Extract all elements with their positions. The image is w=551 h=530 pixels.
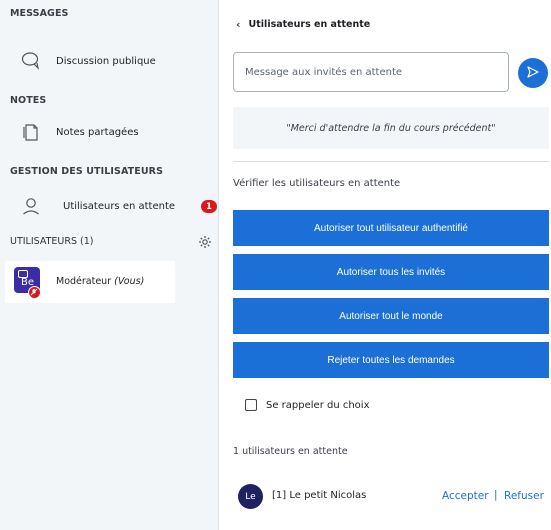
guest-lobby-message: "Merci d'attendre la fin du cours précéd… [233,107,549,149]
avatar: Le [238,484,263,509]
waiting-user-name: [1] Le petit Nicolas [272,490,367,501]
allow-everyone-button[interactable]: Autoriser tout le monde [233,298,549,334]
gear-icon[interactable] [198,234,212,248]
send-icon [526,64,540,83]
chat-bubble-icon [20,50,42,72]
moderator-name: Modérateur (Vous) [56,276,144,287]
sidebar-item-waiting-users[interactable]: Utilisateurs en attente [0,191,219,221]
link-separator: | [494,489,498,501]
divider [233,161,549,162]
user-management-section-title: GESTION DES UTILISATEURS [10,166,164,177]
panel-title: Utilisateurs en attente [248,19,371,30]
allow-authenticated-button[interactable]: Autoriser tout utilisateur authentifié [233,210,549,246]
waiting-count-label: 1 utilisateurs en attente [233,446,348,457]
moderator-role: Modérateur [56,276,112,287]
notes-icon [20,121,42,143]
reject-all-button[interactable]: Rejeter toutes les demandes [233,342,549,378]
back-button[interactable]: ‹ Utilisateurs en attente [236,18,370,31]
guest-message-input[interactable] [233,52,509,92]
send-button[interactable] [518,58,548,88]
remember-label: Se rappeler du choix [266,399,370,411]
accept-link[interactable]: Accepter [442,490,489,502]
sidebar-item-label: Discussion publique [56,55,156,67]
mic-muted-icon [28,286,41,299]
users-section-title: UTILISATEURS (1) [10,236,94,247]
chevron-left-icon: ‹ [236,18,241,31]
sidebar-item-shared-notes[interactable]: Notes partagées [0,117,219,147]
sidebar-item-label: Utilisateurs en attente [63,200,176,212]
messages-section-title: MESSAGES [10,8,69,19]
verify-label: Vérifier les utilisateurs en attente [233,178,401,189]
waiting-count-badge: 1 [201,200,217,213]
sidebar-item-public-chat[interactable]: Discussion publique [0,46,219,76]
refuse-link[interactable]: Refuser [504,490,544,502]
allow-guests-button[interactable]: Autoriser tous les invités [233,254,549,290]
user-icon [20,195,42,217]
presenter-icon [18,270,28,278]
remember-choice[interactable]: Se rappeler du choix [245,399,370,411]
you-suffix: (Vous) [114,276,145,287]
notes-section-title: NOTES [10,95,47,106]
sidebar-item-label: Notes partagées [56,126,139,138]
remember-checkbox[interactable] [245,399,257,411]
sidebar: MESSAGES Discussion publique NOTES Notes… [0,0,219,530]
